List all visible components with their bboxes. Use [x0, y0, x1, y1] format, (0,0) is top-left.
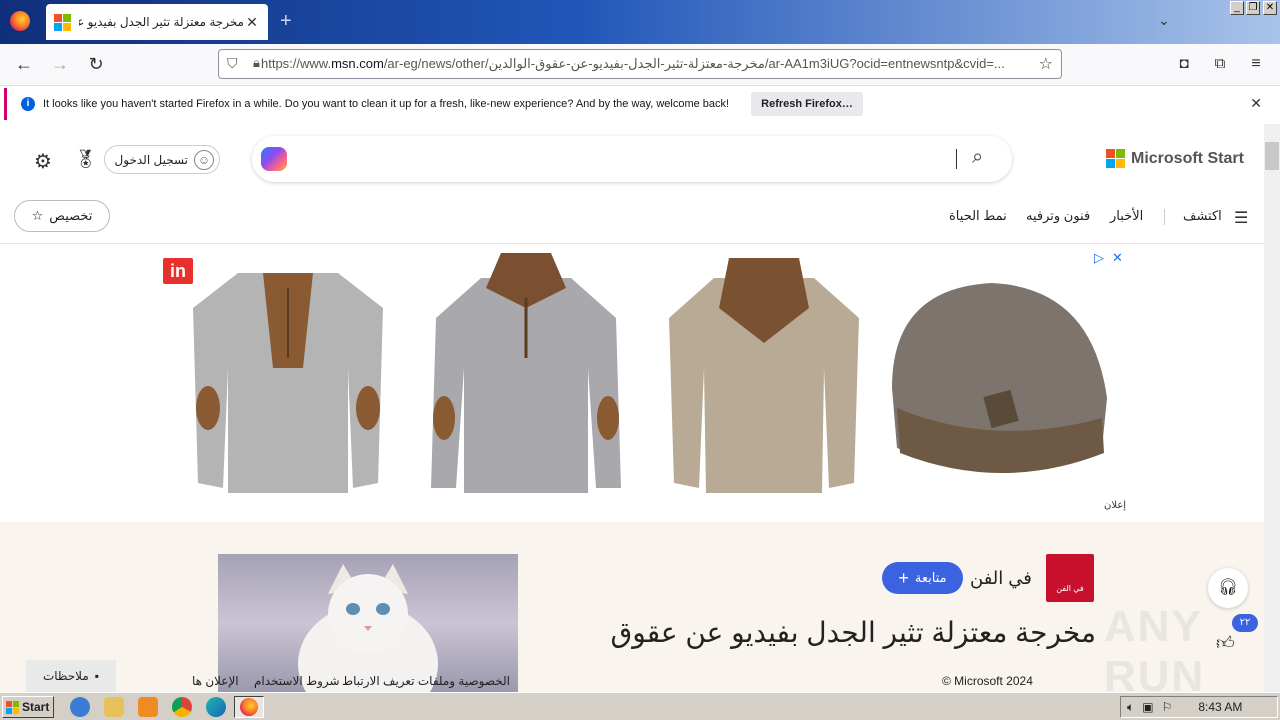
nav-separator	[1164, 209, 1165, 225]
minimize-button[interactable]: _	[1230, 1, 1244, 15]
new-tab-button[interactable]: +	[280, 10, 292, 33]
ad-product-shawl-collar-sweater[interactable]	[644, 248, 884, 498]
tab-list-chevron-icon[interactable]: ⌄	[1158, 12, 1170, 29]
page-content: ⚙ 🏅︎ ☺ تسجيل الدخول ⌕ Microsoft Start تخ…	[0, 124, 1264, 692]
flag-icon[interactable]: ⚐	[1162, 700, 1173, 714]
article-cat-image[interactable]	[218, 554, 518, 692]
close-notification-icon[interactable]: ✕	[1250, 95, 1262, 112]
lock-icon[interactable]: 🔒︎	[253, 55, 260, 71]
article-section	[0, 522, 1264, 692]
back-arrow-icon[interactable]: ←	[12, 53, 36, 77]
bookmark-star-icon[interactable]: ☆	[1039, 54, 1053, 74]
search-icon[interactable]: ⌕	[972, 146, 983, 169]
footer-copyright: © Microsoft 2024	[942, 674, 1033, 688]
feedback-label: ملاحظات	[42, 669, 89, 683]
browser-tab[interactable]: مخرجة معتزلة تثير الجدل بفيديو عن ✕	[46, 4, 268, 40]
system-tray: 🔈︎ ▣ ⚐ 8:43 AM	[1120, 696, 1278, 718]
taskbar-firefox[interactable]	[234, 696, 264, 718]
reload-icon[interactable]: ↻	[84, 53, 108, 77]
advertisement[interactable]: in ✕ ▷ إعلان	[158, 248, 1128, 518]
brand-text: Microsoft Start	[1131, 149, 1244, 167]
menu-icon[interactable]: ≡	[1244, 53, 1268, 77]
source-name[interactable]: في الفن	[970, 568, 1032, 589]
copilot-icon[interactable]	[261, 147, 287, 171]
edge-icon[interactable]	[206, 697, 226, 717]
follow-label: متابعة	[914, 570, 947, 585]
signin-button[interactable]: ☺ تسجيل الدخول	[104, 145, 220, 174]
clock: 8:43 AM	[1198, 700, 1243, 714]
pocket-icon[interactable]: ◘	[1172, 53, 1196, 77]
url-bar[interactable]: ⛉ 🔒︎ https://www.msn.com/ar-eg/news/othe…	[218, 49, 1062, 79]
firefox-icon	[240, 698, 258, 716]
scrollbar-thumb[interactable]	[1265, 142, 1279, 170]
footer-privacy-link[interactable]: الخصوصية وملفات تعريف الارتباط	[342, 674, 510, 688]
customize-button[interactable]: تخصيص ☆	[14, 200, 110, 232]
start-button[interactable]: Start	[2, 696, 54, 718]
search-divider	[956, 149, 957, 169]
brand-logo[interactable]: Microsoft Start	[1106, 149, 1244, 168]
shield-icon[interactable]: ⛉	[227, 55, 238, 72]
feedback-button[interactable]: ▪ ملاحظات	[26, 660, 116, 692]
ad-product-knit-beanie[interactable]	[882, 248, 1122, 498]
nav-arts-entertainment[interactable]: فنون وترفيه	[1026, 208, 1090, 224]
user-avatar-icon: ☺	[194, 149, 214, 170]
footer-ads-link[interactable]: الإعلان ها	[192, 674, 239, 688]
sparkle-star-icon: ☆	[31, 208, 44, 223]
forward-arrow-icon[interactable]: →	[48, 53, 72, 77]
article-headline: مخرجة معتزلة تثير الجدل بفيديو عن عقوق	[610, 617, 1096, 648]
adchoices-icon[interactable]: ▷	[1094, 250, 1104, 266]
firefox-icon[interactable]	[10, 11, 30, 31]
ad-product-lace-up-sweater[interactable]	[168, 248, 408, 498]
ie-icon[interactable]	[70, 697, 90, 717]
footer-terms-link[interactable]: شروط الاستخدام	[254, 674, 340, 688]
microsoft-logo-icon	[54, 13, 71, 31]
ad-product-zip-pullover[interactable]	[406, 248, 646, 498]
rewards-medal-icon[interactable]: 🏅︎	[74, 149, 97, 170]
nav-discover[interactable]: اكتشف	[1183, 208, 1222, 224]
header-divider	[0, 243, 1264, 244]
volume-icon[interactable]: 🔈︎	[1127, 700, 1134, 715]
customize-label: تخصيص	[49, 208, 93, 223]
watermark: ANY RUN	[1104, 602, 1206, 701]
close-tab-icon[interactable]: ✕	[244, 14, 260, 31]
ad-close-icon[interactable]: ✕	[1112, 250, 1123, 266]
refresh-firefox-button[interactable]: Refresh Firefox…	[751, 92, 863, 116]
search-box[interactable]: ⌕	[252, 136, 1012, 182]
nav-lifestyle[interactable]: نمط الحياة	[949, 208, 1007, 224]
signin-label: تسجيل الدخول	[114, 152, 188, 167]
settings-gear-icon[interactable]: ⚙	[34, 149, 52, 174]
follow-button[interactable]: متابعة +	[882, 562, 963, 594]
notification-text: It looks like you haven't started Firefo…	[43, 98, 730, 110]
media-player-icon[interactable]	[138, 697, 158, 717]
chrome-icon[interactable]	[172, 697, 192, 717]
microsoft-logo-icon	[1106, 149, 1125, 168]
notification-bar: i It looks like you haven't started Fire…	[4, 88, 1276, 120]
source-logo[interactable]: في الفن	[1046, 554, 1094, 602]
hamburger-menu-icon[interactable]: ☰	[1234, 208, 1248, 228]
tab-title: مخرجة معتزلة تثير الجدل بفيديو عن	[79, 15, 244, 29]
navigation-bar: ← → ↻ ⛉ 🔒︎ https://www.msn.com/ar-eg/new…	[0, 44, 1280, 86]
extensions-icon[interactable]: ⧉	[1208, 53, 1232, 77]
start-label: Start	[22, 700, 50, 714]
url-text[interactable]: https://www.msn.com/ar-eg/news/other/مخر…	[261, 56, 1033, 72]
info-icon: i	[21, 97, 35, 111]
ad-label: إعلان	[1104, 500, 1127, 511]
folder-icon[interactable]	[104, 697, 124, 717]
plus-icon: +	[898, 567, 909, 588]
network-icon[interactable]: ▣	[1142, 700, 1153, 714]
taskbar: Start 🔈︎ ▣ ⚐ 8:43 AM	[0, 692, 1280, 720]
windows-logo-icon	[6, 700, 19, 714]
close-window-button[interactable]: ✕	[1263, 1, 1277, 15]
nav-news[interactable]: الأخبار	[1110, 208, 1143, 224]
restore-button[interactable]: ❐	[1246, 1, 1260, 15]
feedback-icon: ▪	[94, 669, 100, 683]
title-bar: مخرجة معتزلة تثير الجدل بفيديو عن ✕ + ⌄ …	[0, 0, 1280, 44]
